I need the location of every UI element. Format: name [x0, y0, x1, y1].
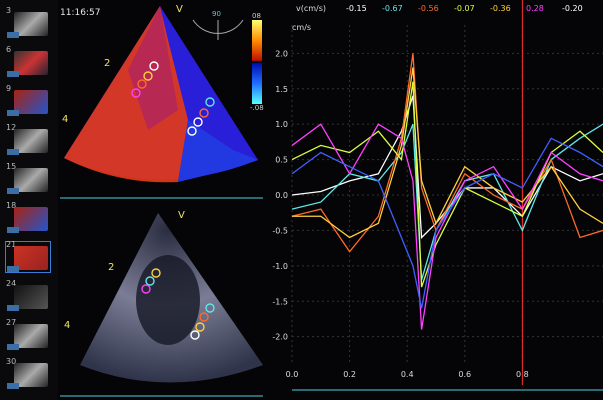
bmode-label-4: 4: [64, 320, 71, 331]
bmode-v-marker: V: [178, 210, 185, 221]
y-tick-label: -1.5: [272, 297, 288, 306]
thumbnail-27[interactable]: 27: [6, 318, 50, 350]
thumbnail-tag: [7, 188, 19, 194]
thumbnail-image: [14, 207, 48, 231]
thumbnail-number: 6: [6, 45, 12, 54]
thumbnail-tag: [7, 266, 19, 272]
velocity-colorbar: [252, 20, 262, 104]
bmode-panel[interactable]: [58, 205, 266, 400]
tdi-label-4: 4: [62, 114, 69, 125]
thumbnail-image: [14, 363, 48, 387]
x-tick-label: 0.2: [343, 370, 356, 379]
y-tick-label: -1.0: [272, 262, 288, 271]
thumbnail-image: [14, 246, 48, 270]
thumbnail-image: [14, 12, 48, 36]
x-tick-label: 0.0: [286, 370, 299, 379]
thumbnail-number: 3: [6, 6, 12, 15]
thumbnail-number: 9: [6, 84, 12, 93]
thumbnail-24[interactable]: 24: [6, 279, 50, 311]
thumbnail-image: [14, 324, 48, 348]
y-tick-label: 0.5: [275, 156, 288, 165]
thumbnail-strip[interactable]: 3 6 9 12 15 18 21 24 27 30: [0, 0, 58, 400]
x-tick-label: 0.4: [401, 370, 414, 379]
echo-screen: { "timestamp":"11:16:57", "thumbnails":[…: [0, 0, 603, 400]
y-tick-label: 1.0: [275, 120, 288, 129]
thumbnail-tag: [7, 383, 19, 389]
thumbnail-15[interactable]: 15: [6, 162, 50, 194]
thumbnail-tag: [7, 149, 19, 155]
thumbnail-tag: [7, 32, 19, 38]
tdi-label-2: 2: [104, 58, 111, 69]
thumbnail-21[interactable]: 21: [5, 240, 51, 273]
thumbnail-30[interactable]: 30: [6, 357, 50, 389]
y-axis-label: cm/s: [292, 23, 311, 32]
thumbnail-tag: [7, 71, 19, 77]
y-tick-label: -2.0: [272, 333, 288, 342]
thumbnail-image: [14, 51, 48, 75]
bmode-label-2: 2: [108, 262, 115, 273]
thumbnail-tag: [7, 344, 19, 350]
velocity-series-line: [292, 67, 603, 239]
x-tick-label: 0.6: [458, 370, 471, 379]
thumbnail-image: [14, 90, 48, 114]
y-tick-label: 2.0: [275, 49, 288, 58]
thumbnail-image: [14, 168, 48, 192]
colorbar-bottom-label: -.08: [250, 104, 264, 112]
thumbnail-9[interactable]: 9: [6, 84, 50, 116]
thumbnail-image: [14, 129, 48, 153]
tdi-v-marker: V: [176, 4, 183, 15]
y-tick-label: 0.0: [275, 191, 288, 200]
thumbnail-18[interactable]: 18: [6, 201, 50, 233]
velocity-chart[interactable]: 0.0 0.2 0.4 0.6 0.82.01.51.00.50.0-0.5-1.0-1…: [266, 0, 603, 400]
angle-readout: 90: [212, 10, 221, 18]
thumbnail-tag: [7, 227, 19, 233]
thumbnail-tag: [7, 110, 19, 116]
y-tick-label: 1.5: [275, 85, 288, 94]
thumbnail-image: [14, 285, 48, 309]
tdi-sector-panel[interactable]: [58, 0, 266, 200]
thumbnail-12[interactable]: 12: [6, 123, 50, 155]
y-tick-label: -0.5: [272, 226, 288, 235]
thumbnail-6[interactable]: 6: [6, 45, 50, 77]
thumbnail-tag: [7, 305, 19, 311]
thumbnail-3[interactable]: 3: [6, 6, 50, 38]
colorbar-top-label: 08: [252, 12, 261, 20]
